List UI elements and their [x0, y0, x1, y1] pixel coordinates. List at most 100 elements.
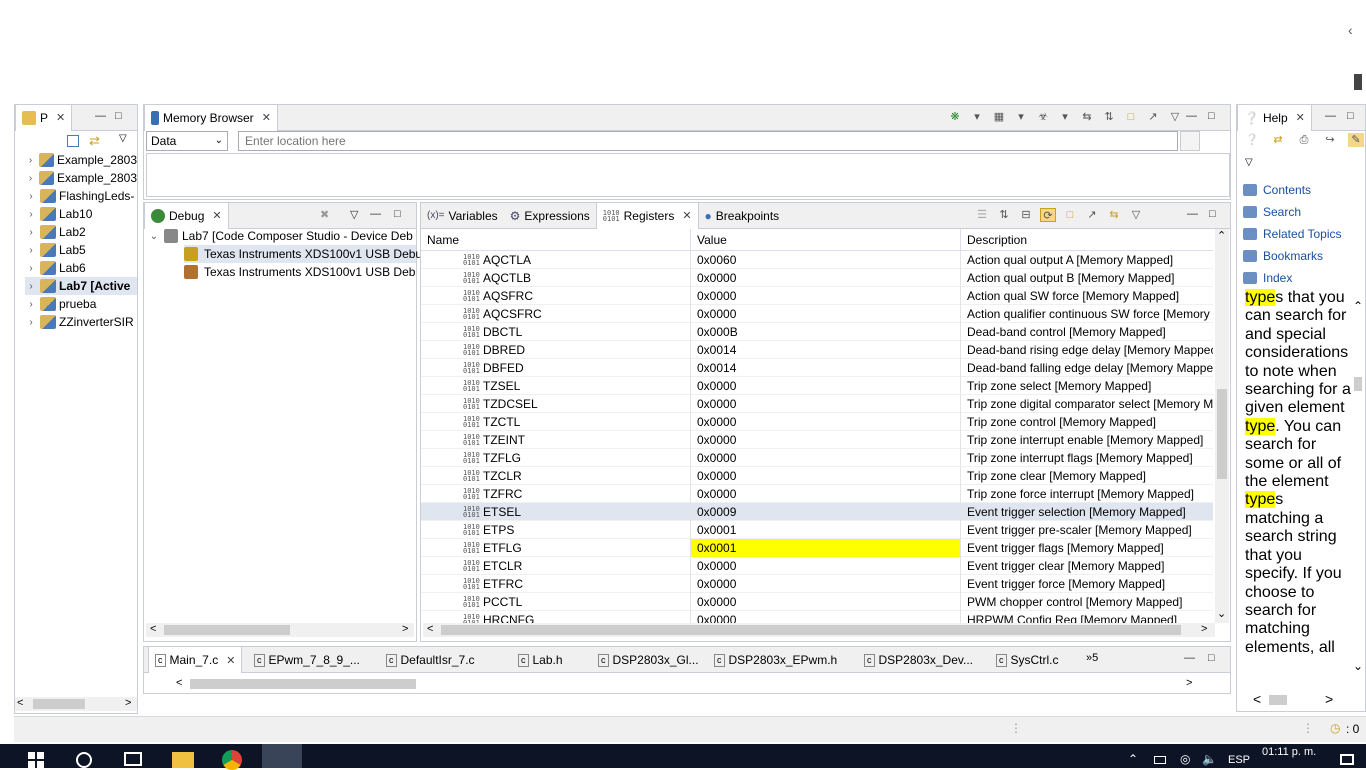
back-icon[interactable]: ⇄ — [1270, 133, 1286, 147]
minimize-icon[interactable]: — — [370, 208, 381, 220]
minimize-icon[interactable]: — — [1187, 208, 1198, 220]
go-button[interactable] — [1180, 131, 1200, 151]
help-horizontal-scrollbar[interactable]: < > — [1237, 691, 1351, 707]
register-row[interactable]: 1010 0101 ETFRC 0x0000 Event trigger force [… — [421, 575, 1213, 593]
scroll-thumb[interactable] — [1269, 695, 1287, 705]
register-row[interactable]: 1010 0101 HRCNFG 0x0000 HRPWM Config Reg [Me… — [421, 611, 1213, 623]
dropdown-icon[interactable]: ▾ — [969, 110, 985, 124]
register-value[interactable]: 0x0000 — [691, 395, 961, 413]
chevron-right-icon[interactable]: › — [25, 227, 37, 238]
help-home-icon[interactable]: ❔ — [1244, 133, 1260, 147]
print-icon[interactable]: ⎙ — [1296, 133, 1312, 147]
vertical-scrollbar[interactable]: ⌃ ⌄ — [1215, 229, 1229, 623]
register-row[interactable]: 1010 0101 ETFLG 0x0001 Event trigger flags [… — [421, 539, 1213, 557]
maximize-icon[interactable]: □ — [1209, 208, 1216, 220]
dropdown-icon[interactable]: ▾ — [1013, 110, 1029, 124]
chevron-right-icon[interactable]: › — [25, 317, 37, 328]
register-row[interactable]: 1010 0101 DBCTL 0x000B Dead-band control [Me… — [421, 323, 1213, 341]
scroll-right-icon[interactable]: > — [402, 623, 408, 635]
editor-tab[interactable]: c DSP2803x_Gl... — [592, 647, 705, 673]
project-item[interactable]: › prueba — [25, 295, 137, 313]
scroll-right-icon[interactable]: > — [1201, 623, 1207, 635]
register-row[interactable]: 1010 0101 TZFLG 0x0000 Trip zone interrupt f… — [421, 449, 1213, 467]
scroll-thumb[interactable] — [441, 625, 1181, 635]
expand-icon[interactable]: ⇅ — [996, 208, 1012, 222]
register-value[interactable]: 0x0000 — [691, 449, 961, 467]
column-header-description[interactable]: Description — [961, 229, 1213, 250]
register-row[interactable]: 1010 0101 AQSFRC 0x0000 Action qual SW force… — [421, 287, 1213, 305]
tab-registers[interactable]: 1010 0101 Registers ✕ — [595, 202, 699, 229]
new-view-icon[interactable]: □ — [1062, 208, 1078, 222]
project-item[interactable]: › Lab7 [Active — [25, 277, 137, 295]
scroll-left-icon[interactable]: < — [1253, 691, 1261, 707]
project-item[interactable]: › FlashingLeds- — [25, 187, 137, 205]
horizontal-scrollbar[interactable]: < > — [146, 623, 414, 637]
maximize-icon[interactable]: □ — [394, 208, 401, 220]
link-icon[interactable]: ↪ — [1322, 133, 1338, 147]
column-header-value[interactable]: Value — [691, 229, 961, 250]
sync-icon-2[interactable]: ⇅ — [1101, 110, 1117, 124]
chevron-right-icon[interactable]: › — [25, 191, 37, 202]
close-icon[interactable]: ✕ — [682, 209, 691, 222]
taskbar-clock[interactable]: 01:11 p. m. — [1262, 746, 1316, 758]
register-value[interactable]: 0x0014 — [691, 341, 961, 359]
minimize-icon[interactable]: — — [1184, 652, 1195, 664]
register-value[interactable]: 0x0000 — [691, 557, 961, 575]
scroll-thumb[interactable] — [190, 679, 416, 689]
scroll-right-icon[interactable]: > — [1186, 677, 1192, 689]
register-value[interactable]: 0x0000 — [691, 413, 961, 431]
memory-type-select[interactable]: Data ⌄ — [146, 131, 228, 151]
location-input[interactable] — [238, 131, 1178, 151]
highlight-icon[interactable]: ✎ — [1348, 133, 1364, 147]
remove-terminated-icon[interactable]: ✖ — [320, 208, 329, 221]
help-link-bookmarks[interactable]: Bookmarks — [1243, 245, 1342, 267]
editor-tab[interactable]: c DefaultIsr_7.c — [380, 647, 481, 673]
battery-icon[interactable] — [1154, 756, 1166, 764]
close-icon[interactable]: ✕ — [1296, 111, 1305, 124]
scroll-thumb[interactable] — [1354, 377, 1362, 391]
close-icon[interactable]: ✕ — [212, 209, 221, 222]
tray-chevron-icon[interactable]: ⌃ — [1128, 752, 1138, 766]
register-value[interactable]: 0x0001 — [691, 539, 961, 557]
scroll-down-icon[interactable]: ⌄ — [1353, 659, 1363, 673]
editor-tab[interactable]: c SysCtrl.c — [990, 647, 1065, 673]
tab-expressions[interactable]: ⚙ Expressions — [504, 203, 596, 229]
register-value[interactable]: 0x0000 — [691, 377, 961, 395]
chevron-right-icon[interactable]: › — [25, 263, 37, 274]
collapse-arrow-icon[interactable]: ‹ — [1348, 22, 1353, 38]
toolbar-mini-icon[interactable] — [1354, 74, 1362, 90]
register-value[interactable]: 0x0060 — [691, 251, 961, 269]
chevron-right-icon[interactable]: › — [25, 299, 37, 310]
search-icon[interactable] — [76, 752, 92, 768]
view-menu-icon[interactable]: ▽ — [1245, 157, 1253, 168]
debug-session[interactable]: ⌄ Lab7 [Code Composer Studio - Device De… — [148, 227, 413, 245]
task-view-icon[interactable] — [124, 752, 142, 766]
help-link-related-topics[interactable]: Related Topics — [1243, 223, 1342, 245]
chevron-right-icon[interactable]: › — [25, 281, 37, 292]
editor-tab[interactable]: c Lab.h — [512, 647, 569, 673]
register-row[interactable]: 1010 0101 ETSEL 0x0009 Event trigger selecti… — [421, 503, 1213, 521]
scroll-right-icon[interactable]: > — [125, 697, 131, 709]
volume-icon[interactable]: 🔈 — [1202, 752, 1217, 766]
close-icon[interactable]: ✕ — [262, 111, 271, 124]
register-value[interactable]: 0x0000 — [691, 305, 961, 323]
scroll-thumb[interactable] — [164, 625, 290, 635]
scroll-left-icon[interactable]: < — [150, 623, 156, 635]
tab-variables[interactable]: (x)= Variables — [421, 203, 504, 229]
project-item[interactable]: › ZZinverterSIR — [25, 313, 137, 331]
register-value[interactable]: 0x0009 — [691, 503, 961, 521]
save-memory-icon[interactable]: ▦ — [991, 110, 1007, 124]
register-row[interactable]: 1010 0101 AQCSFRC 0x0000 Action qualifier co… — [421, 305, 1213, 323]
scroll-thumb[interactable] — [1217, 389, 1227, 479]
editor-tab[interactable]: c DSP2803x_Dev... — [858, 647, 979, 673]
horizontal-scrollbar[interactable]: < > — [423, 623, 1215, 637]
editor-overflow-button[interactable]: »5 — [1086, 652, 1098, 664]
register-value[interactable]: 0x0000 — [691, 593, 961, 611]
chevron-down-icon[interactable]: ⌄ — [148, 231, 160, 242]
notification-icon[interactable] — [1340, 754, 1354, 765]
link-icon[interactable]: ☣ — [1035, 110, 1051, 124]
minimize-icon[interactable]: — — [1186, 110, 1197, 122]
register-value[interactable]: 0x0001 — [691, 521, 961, 539]
project-item[interactable]: › Lab10 — [25, 205, 137, 223]
tab-memory-browser[interactable]: Memory Browser ✕ — [144, 104, 278, 131]
